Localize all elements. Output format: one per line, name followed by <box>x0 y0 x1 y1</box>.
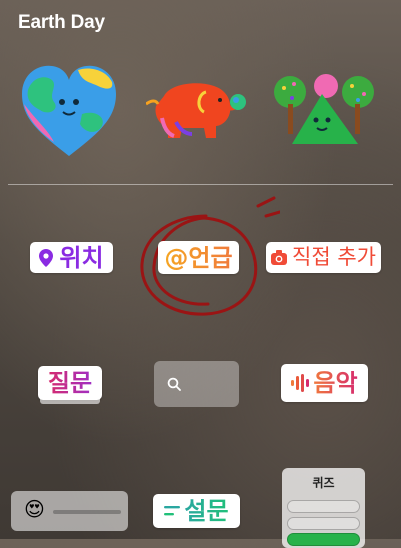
location-pin-icon <box>39 248 54 267</box>
poll-lines-icon <box>164 506 181 516</box>
tray-title: Earth Day <box>18 12 105 33</box>
emoji-slider-emoji: 😍 <box>24 497 45 521</box>
camera-icon <box>271 250 288 265</box>
quiz-option-correct <box>287 533 360 546</box>
question-label: 질문 <box>47 369 93 397</box>
music-label: 음악 <box>313 369 358 397</box>
earth-heart-sticker[interactable] <box>18 60 120 160</box>
emoji-slider-sticker-button[interactable]: 😍 <box>11 491 128 531</box>
quiz-label: 퀴즈 <box>312 476 335 490</box>
elephant-sticker[interactable] <box>146 78 250 142</box>
music-sticker-button[interactable]: 음악 <box>281 364 368 402</box>
section-divider <box>8 184 393 185</box>
quiz-sticker-button[interactable]: 퀴즈 <box>282 468 365 548</box>
emoji-slider-track <box>53 510 121 514</box>
poll-label: 설문 <box>184 497 229 525</box>
quiz-option <box>287 500 360 513</box>
location-label: 위치 <box>59 243 104 272</box>
search-sticker-button[interactable] <box>154 361 239 407</box>
location-sticker-button[interactable]: 위치 <box>30 242 113 273</box>
equalizer-icon <box>291 374 310 392</box>
tree-mountain-sticker[interactable] <box>272 70 376 146</box>
question-sticker-button[interactable]: 질문 <box>38 366 102 400</box>
quiz-option <box>287 517 360 530</box>
poll-sticker-button[interactable]: 설문 <box>153 494 240 528</box>
add-yours-sticker-button[interactable]: 직접 추가 <box>266 242 381 273</box>
mention-label: @언급 <box>164 243 233 272</box>
mention-sticker-button[interactable]: @언급 <box>158 241 239 274</box>
search-icon <box>167 377 181 391</box>
add-yours-label: 직접 추가 <box>292 245 376 269</box>
